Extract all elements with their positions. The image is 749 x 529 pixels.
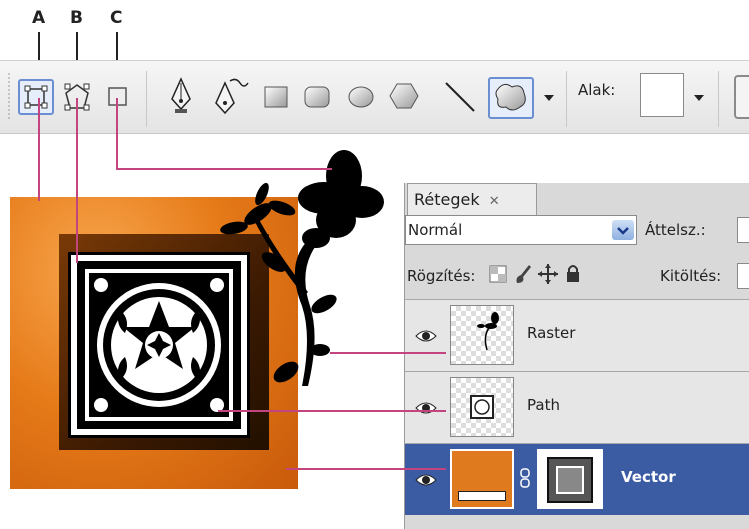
lock-label: Rögzítés: bbox=[407, 267, 476, 285]
shape-picker-dropdown-icon[interactable] bbox=[694, 95, 704, 101]
callout-c-leader-v bbox=[116, 98, 118, 170]
chevron-down-icon bbox=[617, 227, 629, 235]
freeform-pen-icon[interactable] bbox=[212, 75, 252, 117]
shape-layers-button[interactable] bbox=[18, 79, 54, 115]
pen-icon[interactable] bbox=[168, 77, 194, 117]
raster-flower-silhouette bbox=[220, 150, 384, 386]
link-icon[interactable] bbox=[519, 468, 531, 488]
custom-shape-icon bbox=[495, 83, 526, 111]
layer-row-vector[interactable]: Vector bbox=[405, 443, 749, 515]
opacity-field[interactable] bbox=[737, 217, 749, 243]
layer-row-raster[interactable]: Raster bbox=[405, 299, 749, 371]
blend-mode-value: Normál bbox=[408, 221, 463, 239]
layer-thumbnail-path bbox=[450, 377, 514, 437]
callout-b: B bbox=[70, 8, 83, 28]
layer-thumbnail-raster bbox=[450, 305, 514, 365]
polygon-icon[interactable] bbox=[388, 81, 420, 111]
custom-shape-button[interactable] bbox=[488, 77, 534, 119]
callout-b-leader bbox=[76, 98, 78, 263]
callout-c: C bbox=[110, 8, 123, 28]
options-toolbar: Alak: bbox=[0, 60, 749, 134]
visibility-eye-icon[interactable] bbox=[415, 401, 437, 415]
raster-leader bbox=[330, 352, 446, 354]
custom-shape-dropdown-icon[interactable] bbox=[544, 95, 554, 101]
tab-layers-label: Rétegek bbox=[414, 190, 480, 209]
toolbar-separator bbox=[566, 71, 567, 127]
lock-transparency-icon[interactable] bbox=[489, 265, 507, 283]
vector-mask-thumbnail bbox=[537, 449, 603, 509]
rectangle-icon[interactable] bbox=[262, 83, 290, 111]
layer-row-path[interactable]: Path bbox=[405, 371, 749, 443]
callout-a: A bbox=[32, 8, 46, 28]
toolbar-separator bbox=[718, 71, 719, 127]
lock-all-icon[interactable] bbox=[565, 263, 581, 283]
fill-label: Kitöltés: bbox=[660, 267, 722, 285]
tab-close-icon[interactable]: ✕ bbox=[489, 194, 500, 209]
layer-name-path: Path bbox=[527, 396, 560, 414]
raster-thumbnail-icon bbox=[477, 312, 499, 351]
layers-panel: Rétegek ✕ Normál Áttelsz.: Rögzítés: Kit… bbox=[404, 183, 749, 529]
layer-name-raster: Raster bbox=[527, 324, 576, 342]
toolbar-next-button[interactable] bbox=[734, 75, 749, 119]
visibility-eye-icon[interactable] bbox=[415, 329, 437, 343]
fill-pixels-icon[interactable] bbox=[106, 85, 130, 109]
layer-name-vector: Vector bbox=[621, 468, 676, 486]
tab-layers[interactable]: Rétegek ✕ bbox=[407, 183, 537, 215]
rounded-rectangle-icon[interactable] bbox=[302, 83, 332, 111]
vector-leader bbox=[286, 468, 446, 470]
lock-position-icon[interactable] bbox=[537, 263, 559, 285]
visibility-eye-icon[interactable] bbox=[415, 473, 437, 487]
path-leader bbox=[218, 410, 446, 412]
shape-layers-icon bbox=[24, 85, 48, 109]
layer-thumbnail-vector-fill bbox=[450, 449, 514, 509]
toolbar-separator bbox=[146, 71, 147, 127]
callout-a-leader bbox=[38, 98, 40, 201]
line-icon[interactable] bbox=[442, 79, 478, 115]
lock-image-icon[interactable] bbox=[513, 263, 533, 285]
ellipse-icon[interactable] bbox=[346, 83, 376, 111]
callout-c-leader-h bbox=[116, 168, 332, 170]
opacity-label: Áttelsz.: bbox=[645, 221, 706, 239]
shape-label: Alak: bbox=[578, 81, 616, 99]
fill-field[interactable] bbox=[737, 263, 749, 289]
path-thumbnail-icon bbox=[470, 395, 494, 419]
shape-picker-swatch[interactable] bbox=[640, 73, 684, 117]
blend-mode-dropdown-icon[interactable] bbox=[612, 220, 634, 240]
toolbar-grip bbox=[8, 73, 10, 121]
blend-mode-select[interactable]: Normál bbox=[405, 215, 637, 245]
